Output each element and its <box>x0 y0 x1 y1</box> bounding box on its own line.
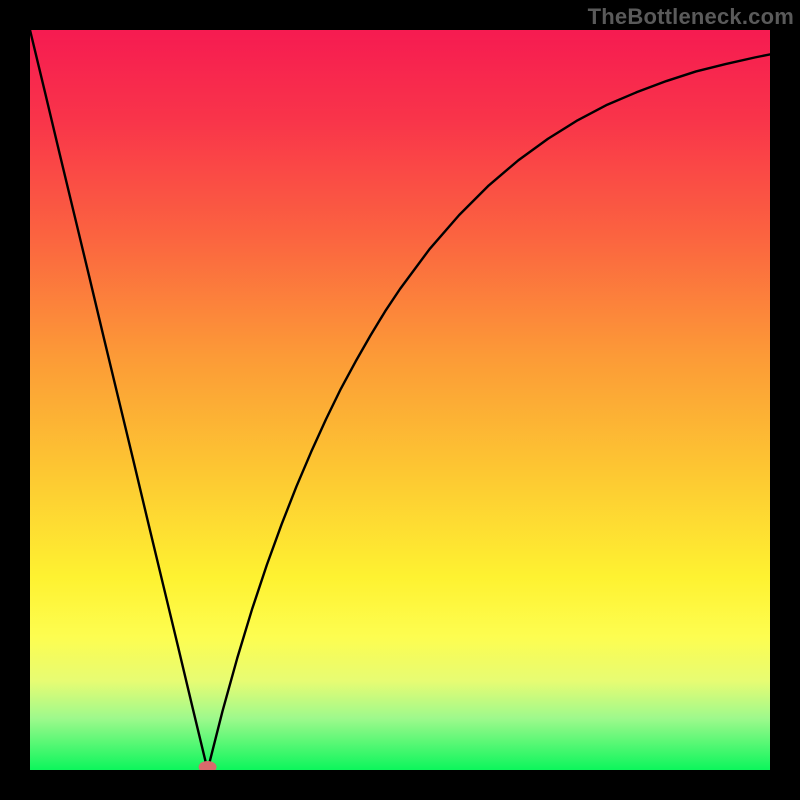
background-gradient <box>30 30 770 770</box>
watermark-text: TheBottleneck.com <box>588 4 794 30</box>
plot-frame <box>30 30 770 770</box>
